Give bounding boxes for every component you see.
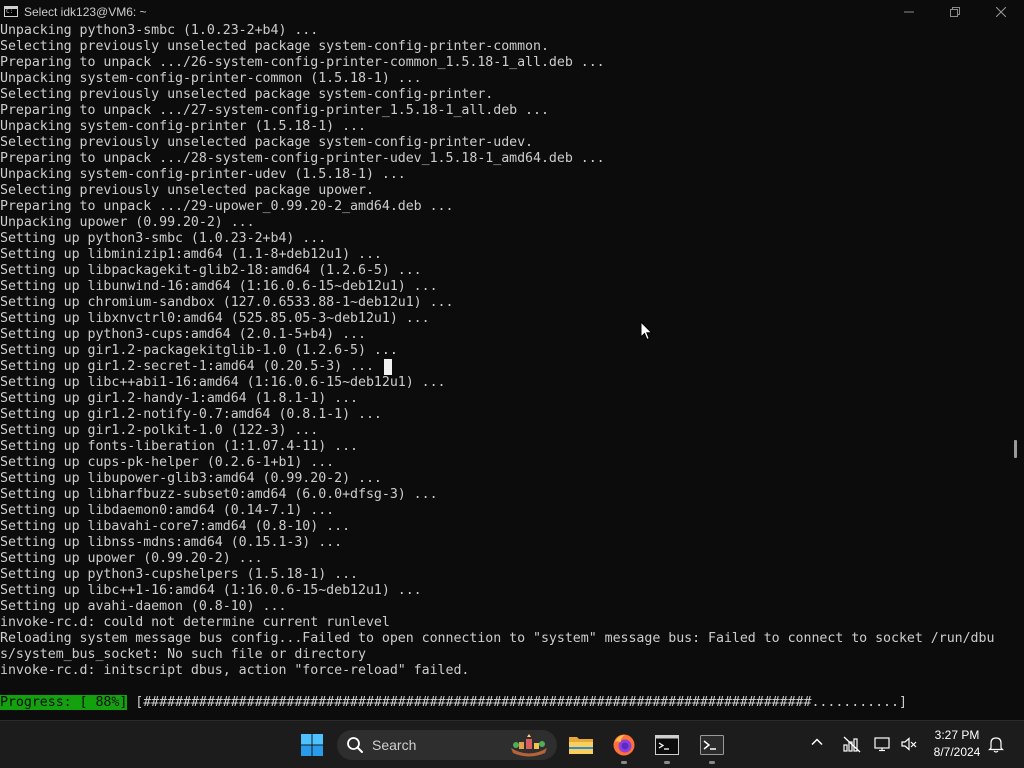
terminal-line: Preparing to unpack .../26-system-config… [0,55,605,70]
powershell-icon [700,735,724,755]
search-placeholder: Search [372,737,417,753]
taskbar: Search 3:27 PM 8/7/2024 [0,720,1024,768]
file-explorer-button[interactable] [561,725,601,765]
terminal-line: Setting up gir1.2-notify-0.7:amd64 (0.8.… [0,407,382,422]
clock-date: 8/7/2024 [933,745,981,759]
terminal-line: Setting up libminizip1:amd64 (1.1-8+deb1… [0,247,382,262]
terminal-line: Preparing to unpack .../29-upower_0.99.2… [0,199,454,214]
firefox-button[interactable] [604,725,644,765]
terminal-line: Setting up libupower-glib3:amd64 (0.99.2… [0,471,382,486]
terminal-line: Setting up gir1.2-handy-1:amd64 (1.8.1-1… [0,391,358,406]
progress-label: Progress: [ 88%] [0,695,128,710]
terminal-line: Unpacking upower (0.99.20-2) ... [0,215,255,230]
file-explorer-icon [569,737,593,754]
scrollbar-thumb[interactable] [1014,440,1017,458]
terminal-line: Selecting previously unselected package … [0,87,494,102]
text-cursor [384,359,392,375]
display-icon[interactable] [874,735,892,753]
close-button[interactable] [978,0,1024,23]
chevron-up-icon[interactable] [810,735,824,749]
terminal-line: Preparing to unpack .../27-system-config… [0,103,549,118]
terminal-line: Setting up cups-pk-helper (0.2.6-1+b1) .… [0,455,335,470]
terminal-line: Setting up libc++1-16:amd64 (1:16.0.6-15… [0,583,422,598]
terminal-line: Setting up gir1.2-polkit-1.0 (122-3) ... [0,423,319,438]
terminal-line: invoke-rc.d: initscript dbus, action "fo… [0,663,470,678]
console-icon [4,6,18,17]
terminal-line: Setting up avahi-daemon (0.8-10) ... [0,599,287,614]
window-titlebar[interactable]: Select idk123@VM6: ~ [0,0,1024,23]
terminal-line: Setting up upower (0.99.20-2) ... [0,551,263,566]
terminal-line: Setting up gir1.2-secret-1:amd64 (0.20.5… [0,359,374,374]
terminal-line: Preparing to unpack .../28-system-config… [0,151,605,166]
terminal-line: Reloading system message bus config...Fa… [0,631,995,646]
terminal-line: Setting up libc++abi1-16:amd64 (1:16.0.6… [0,375,446,390]
command-prompt-icon [655,735,679,755]
terminal-line: Setting up libnss-mdns:amd64 (0.15.1-3) … [0,535,343,550]
taskbar-search-box[interactable]: Search [337,730,557,760]
terminal-line: Setting up libxnvctrl0:amd64 (525.85.05-… [0,311,430,326]
terminal-line: s/system_bus_socket: No such file or dir… [0,647,366,662]
window-title: Select idk123@VM6: ~ [24,4,147,19]
notification-bell-icon[interactable] [987,735,1005,753]
start-button[interactable] [292,725,332,765]
terminal-line: Selecting previously unselected package … [0,183,374,198]
terminal-output[interactable]: Unpacking python3-smbc (1.0.23-2+b4) ...… [0,23,1010,719]
terminal-line: Selecting previously unselected package … [0,135,534,150]
maximize-icon [950,6,960,17]
terminal-line: Setting up libharfbuzz-subset0:amd64 (6.… [0,487,438,502]
window-controls [886,0,1024,23]
progress-line: Progress: [ 88%] [######################… [0,695,907,711]
search-highlight-icon [511,734,547,757]
windows-start-icon [301,734,323,756]
terminal-line: Setting up python3-smbc (1.0.23-2+b4) ..… [0,231,327,246]
close-icon [996,6,1006,17]
firefox-icon [613,734,635,756]
terminal-line: Unpacking system-config-printer-udev (1.… [0,167,406,182]
terminal-line: Unpacking system-config-printer-common (… [0,71,422,86]
terminal-line: Setting up fonts-liberation (1:1.07.4-11… [0,439,358,454]
minimize-button[interactable] [886,0,932,23]
volume-muted-icon[interactable] [900,735,918,753]
terminal-line: Unpacking system-config-printer (1.5.18-… [0,119,366,134]
terminal-line: Setting up gir1.2-packagekitglib-1.0 (1.… [0,343,398,358]
progress-bar: [#######################################… [127,695,907,710]
search-icon [345,735,365,755]
command-prompt-button[interactable] [647,725,687,765]
minimize-icon [904,11,914,12]
terminal-line: invoke-rc.d: could not determine current… [0,615,390,630]
terminal-line: Setting up python3-cups:amd64 (2.0.1-5+b… [0,327,366,342]
terminal-line: Setting up libunwind-16:amd64 (1:16.0.6-… [0,279,438,294]
clock[interactable]: 3:27 PM 8/7/2024 [926,727,988,761]
terminal-line: Setting up libpackagekit-glib2-18:amd64 … [0,263,422,278]
terminal-line: Unpacking python3-smbc (1.0.23-2+b4) ... [0,23,319,38]
clock-time: 3:27 PM [934,728,980,742]
terminal-line: Selecting previously unselected package … [0,39,549,54]
network-off-icon[interactable] [843,735,861,753]
terminal-line: Setting up chromium-sandbox (127.0.6533.… [0,295,454,310]
terminal-button[interactable] [692,725,732,765]
terminal-line: Setting up libdaemon0:amd64 (0.14-7.1) .… [0,503,335,518]
mouse-pointer-icon [640,321,653,341]
maximize-button[interactable] [932,0,978,23]
terminal-line: Setting up libavahi-core7:amd64 (0.8-10)… [0,519,351,534]
terminal-line: Setting up python3-cupshelpers (1.5.18-1… [0,567,358,582]
